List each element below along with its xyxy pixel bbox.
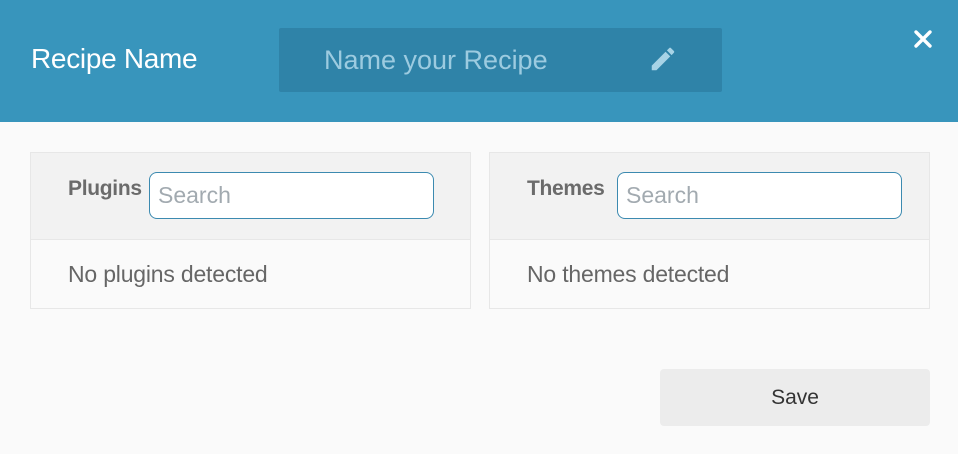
recipe-name-field[interactable] (279, 28, 722, 92)
plugins-title: Plugins (68, 177, 142, 200)
save-button[interactable]: Save (660, 369, 930, 426)
themes-panel-header: Themes (490, 153, 929, 240)
plugins-empty-message: No plugins detected (68, 261, 268, 287)
pencil-icon[interactable] (648, 44, 678, 74)
themes-search-input[interactable] (617, 172, 902, 219)
themes-empty-message: No themes detected (527, 261, 730, 287)
themes-panel: Themes No themes detected (489, 152, 930, 309)
close-icon[interactable] (912, 28, 934, 50)
plugins-search-input[interactable] (149, 172, 434, 219)
plugins-panel: Plugins No plugins detected (30, 152, 471, 309)
modal-header: Recipe Name (0, 0, 958, 122)
plugins-panel-header: Plugins (31, 153, 470, 240)
recipe-name-label: Recipe Name (31, 43, 198, 74)
themes-title: Themes (527, 177, 605, 200)
